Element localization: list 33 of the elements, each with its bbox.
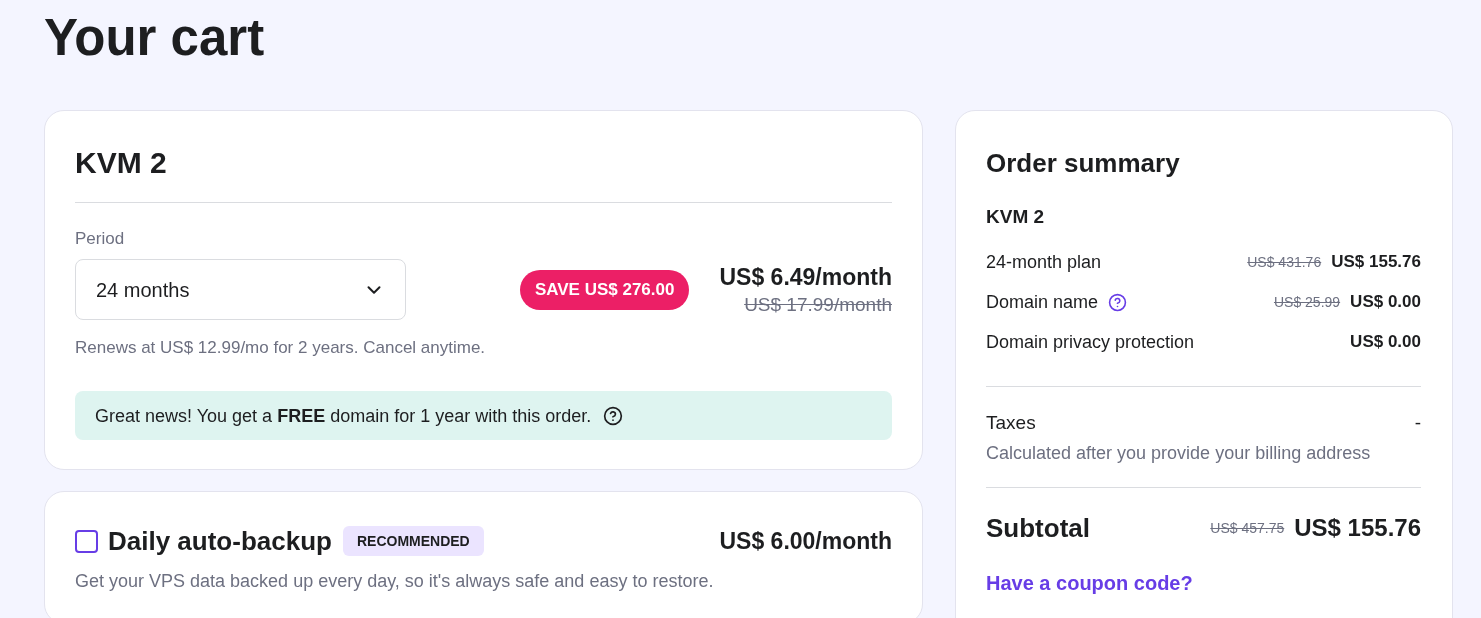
taxes-note: Calculated after you provide your billing address (986, 442, 1371, 465)
taxes-label: Taxes (986, 411, 1036, 435)
summary-line-label: Domain name (986, 291, 1099, 314)
summary-line-price: US$ 0.00 (1350, 291, 1421, 313)
summary-line-label: Domain privacy protection (986, 331, 1195, 354)
summary-line-old-price: US$ 431.76 (1247, 253, 1322, 272)
addon-description: Get your VPS data backed up every day, so it's always safe and easy to restore. (75, 570, 714, 593)
plan-price: US$ 6.49/month (719, 262, 892, 292)
summary-line-price: US$ 155.76 (1331, 251, 1421, 273)
summary-product: KVM 2 (986, 205, 1045, 229)
summary-line-old-price: US$ 25.99 (1273, 293, 1341, 312)
savings-badge: SAVE US$ 276.00 (519, 269, 690, 310)
addon-checkbox[interactable] (75, 529, 98, 553)
period-select[interactable]: 24 months (75, 259, 406, 320)
period-label: Period (75, 228, 125, 250)
help-icon[interactable] (603, 405, 624, 426)
addon-title: Daily auto-backup (108, 525, 332, 557)
renewal-note: Renews at US$ 12.99/mo for 2 years. Cancel anytime. (75, 337, 486, 359)
notice-text: Great news! You get a FREE domain for 1 year with this order. (95, 404, 592, 428)
plan-title: KVM 2 (75, 145, 167, 181)
summary-line-label: 24-month plan (986, 251, 1102, 274)
recommended-badge: RECOMMENDED (342, 526, 484, 556)
page-title: Your cart (44, 8, 265, 68)
taxes-value: - (1414, 411, 1421, 435)
subtotal-old-price: US$ 457.75 (1210, 519, 1285, 538)
coupon-link[interactable]: Have a coupon code? (986, 569, 1193, 597)
addon-price: US$ 6.00/month (719, 527, 892, 556)
subtotal-label: Subtotal (986, 512, 1090, 544)
summary-title: Order summary (986, 147, 1180, 179)
help-icon[interactable] (1108, 292, 1128, 312)
subtotal-price: US$ 155.76 (1294, 513, 1421, 543)
summary-line-price: US$ 0.00 (1350, 331, 1421, 353)
plan-old-price: US$ 17.99/month (744, 292, 892, 317)
